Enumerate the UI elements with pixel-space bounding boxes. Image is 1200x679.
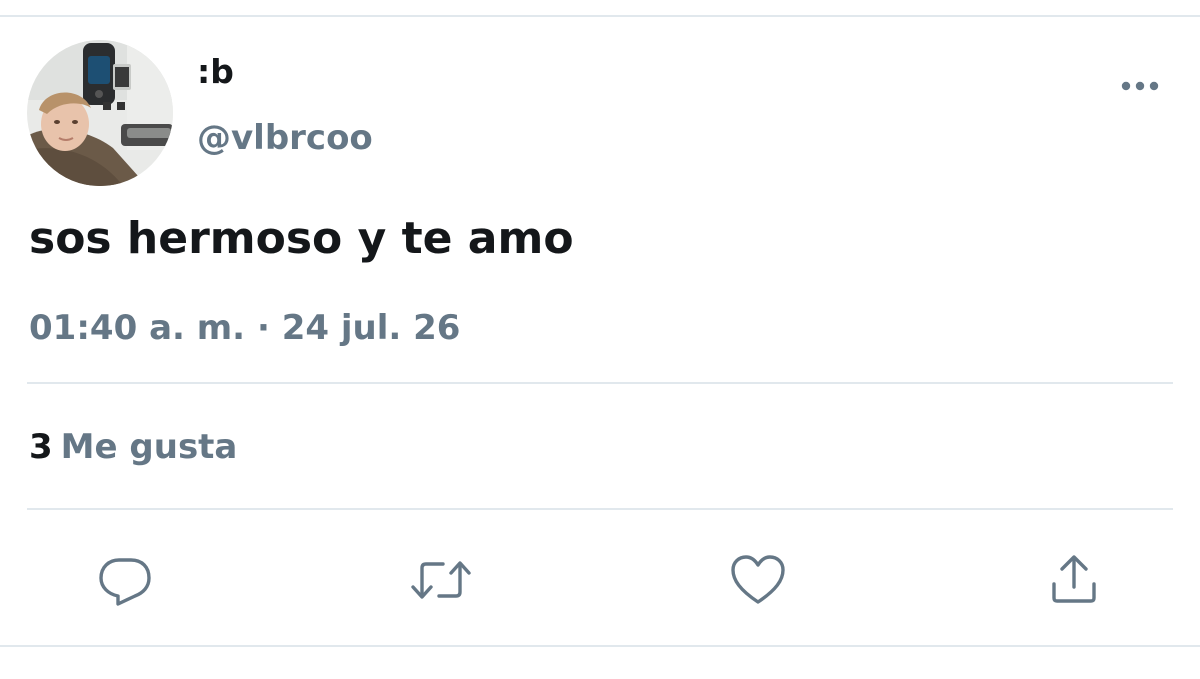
tweet-timestamp[interactable]: 01:40 a. m. · 24 jul. 26 <box>29 306 460 350</box>
tweet-text: sos hermoso y te amo <box>29 213 574 264</box>
retweet-icon <box>411 561 471 599</box>
avatar[interactable] <box>27 40 173 186</box>
likes-label: Me gusta <box>60 427 238 467</box>
heart-icon <box>731 555 785 604</box>
more-horizontal-icon <box>1121 81 1159 91</box>
user-handle[interactable]: @vlbrcoo <box>197 117 373 159</box>
share-upload-icon <box>1052 555 1096 603</box>
bottom-divider <box>0 645 1200 647</box>
retweet-button[interactable] <box>409 548 473 612</box>
share-button[interactable] <box>1042 548 1106 612</box>
divider-bottom <box>27 508 1173 510</box>
reply-bubble-icon <box>99 558 151 606</box>
display-name[interactable]: :b <box>197 52 234 92</box>
like-button[interactable] <box>726 548 790 612</box>
avatar-photo <box>27 40 173 186</box>
divider-top <box>27 382 1173 384</box>
reply-button[interactable] <box>93 548 157 612</box>
more-options-button[interactable] <box>1112 66 1168 106</box>
likes-summary[interactable]: 3 Me gusta <box>29 425 237 469</box>
likes-count: 3 <box>29 427 53 467</box>
top-divider <box>0 0 1200 17</box>
